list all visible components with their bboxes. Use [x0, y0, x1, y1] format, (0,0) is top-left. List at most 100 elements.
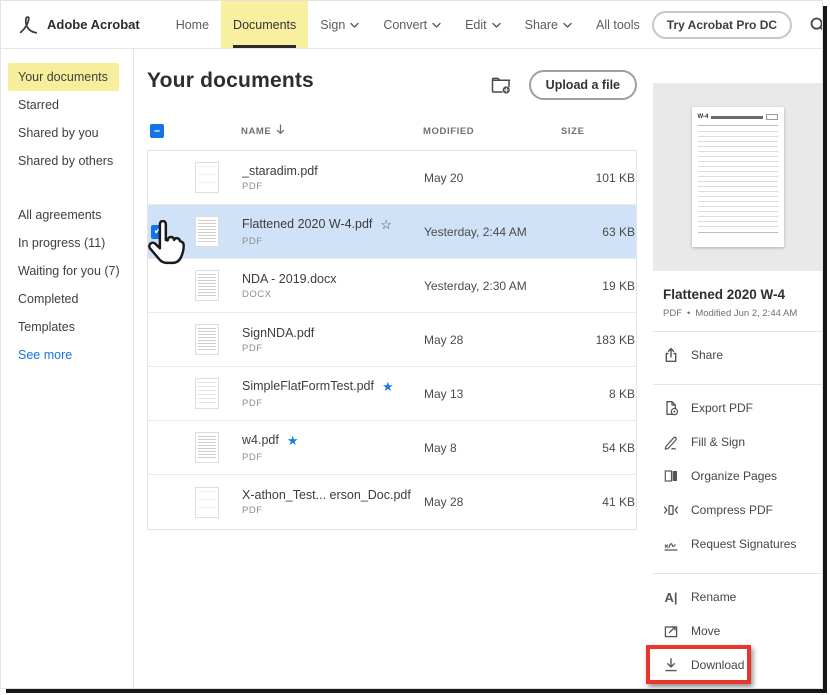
file-name[interactable]: SignNDA.pdf — [242, 326, 314, 340]
file-name[interactable]: NDA - 2019.docx — [242, 272, 337, 286]
organize-pages-action[interactable]: Organize Pages — [653, 459, 822, 493]
file-thumbnail — [195, 486, 242, 518]
star-outline-icon[interactable]: ☆ — [380, 217, 392, 232]
nav-item-convert[interactable]: Convert — [371, 1, 453, 48]
file-thumbnail — [195, 270, 242, 301]
select-all-checkbox[interactable]: – — [150, 124, 164, 138]
file-name[interactable]: SimpleFlatFormTest.pdf — [242, 379, 374, 393]
sidebar-item-in-progress-11[interactable]: In progress (11) — [1, 229, 133, 257]
file-list: _staradim.pdf PDF May 20 101 KB ✓ Flattened 2… — [147, 150, 637, 530]
column-name-label: NAME — [241, 125, 272, 137]
panel-divider — [653, 573, 822, 574]
table-row-w4-pdf[interactable]: w4.pdf ★ PDF May 8 54 KB — [148, 421, 636, 475]
nav-item-label: Convert — [383, 17, 428, 32]
file-thumbnail — [195, 324, 242, 355]
table-row-staradim-pdf[interactable]: _staradim.pdf PDF May 20 101 KB — [148, 151, 636, 205]
fill-sign-action[interactable]: Fill & Sign — [653, 425, 822, 459]
action-label: Organize Pages — [691, 469, 778, 483]
file-type-label: PDF — [242, 342, 263, 354]
meta-separator: • — [687, 308, 691, 319]
brand: Adobe Acrobat — [17, 14, 140, 35]
column-header-modified[interactable]: MODIFIED — [423, 126, 561, 137]
file-name[interactable]: _staradim.pdf — [242, 164, 318, 178]
brand-name: Adobe Acrobat — [47, 17, 140, 32]
share-action[interactable]: Share — [653, 338, 822, 372]
main-content: Your documents Upload a file – NAME MODI… — [134, 49, 653, 688]
file-type-label: PDF — [242, 180, 263, 192]
top-right-actions: Try Acrobat Pro DC ? — [651, 10, 822, 39]
column-header-size[interactable]: SIZE — [561, 126, 638, 137]
sidebar-item-waiting-for-you-7[interactable]: Waiting for you (7) — [1, 257, 133, 285]
download-action[interactable]: Download — [646, 645, 822, 684]
sidebar-item-templates[interactable]: Templates — [1, 313, 133, 341]
sidebar-item-your-documents[interactable]: Your documents — [8, 63, 119, 91]
column-modified-label: MODIFIED — [423, 125, 475, 137]
request-signatures-icon — [662, 536, 680, 552]
sidebar-item-see-more[interactable]: See more — [1, 341, 133, 369]
try-acrobat-pro-button[interactable]: Try Acrobat Pro DC — [651, 10, 793, 39]
action-label: Compress PDF — [691, 503, 774, 517]
file-size: 19 KB — [602, 278, 635, 293]
file-name[interactable]: Flattened 2020 W-4.pdf — [242, 217, 372, 231]
file-size: 54 KB — [602, 440, 635, 455]
sidebar-item-shared-by-others[interactable]: Shared by others — [1, 147, 133, 175]
nav-item-share[interactable]: Share — [513, 1, 584, 48]
nav-item-documents[interactable]: Documents — [221, 1, 309, 48]
file-thumbnail — [195, 216, 242, 247]
file-name-cell: Flattened 2020 W-4.pdf ☆ PDF — [242, 217, 424, 247]
star-filled-icon[interactable]: ★ — [382, 379, 394, 394]
table-header: – NAME MODIFIED SIZE — [147, 100, 637, 150]
main-header: Your documents Upload a file — [147, 69, 637, 100]
table-row-x-athon-test-erson-doc-pdf[interactable]: X-athon_Test... erson_Doc.pdf PDF May 28 41… — [148, 475, 636, 529]
file-size: 63 KB — [602, 224, 635, 239]
file-size: 183 KB — [595, 332, 635, 347]
file-type-label: PDF — [242, 235, 263, 247]
search-icon[interactable] — [809, 16, 822, 34]
sidebar-item-starred[interactable]: Starred — [1, 91, 133, 119]
table-row-flattened-2020-w-4-pdf[interactable]: ✓ Flattened 2020 W-4.pdf ☆ PDF Yesterday, 2:… — [148, 205, 636, 265]
export-pdf-action[interactable]: Export PDF — [653, 391, 822, 425]
star-filled-icon[interactable]: ★ — [287, 433, 299, 448]
sidebar-item-completed[interactable]: Completed — [1, 285, 133, 313]
file-name-cell: NDA - 2019.docx DOCX — [242, 272, 424, 300]
upload-file-button[interactable]: Upload a file — [528, 70, 637, 100]
nav-item-home[interactable]: Home — [164, 1, 221, 48]
row-checkbox-checked[interactable]: ✓ — [151, 224, 165, 239]
table-row-signnda-pdf[interactable]: SignNDA.pdf PDF May 28 183 KB — [148, 313, 636, 367]
column-size-label: SIZE — [561, 125, 585, 137]
panel-divider — [653, 384, 822, 385]
nav-item-all-tools[interactable]: All tools — [584, 1, 652, 48]
compress-pdf-action[interactable]: Compress PDF — [653, 493, 822, 527]
sidebar-item-all-agreements[interactable]: All agreements — [1, 201, 133, 229]
nav-item-edit[interactable]: Edit — [453, 1, 513, 48]
header-actions: Upload a file — [491, 70, 637, 100]
page-title: Your documents — [147, 69, 314, 92]
move-action[interactable]: Move — [653, 614, 822, 648]
chevron-down-icon — [432, 22, 441, 29]
rename-action[interactable]: A| Rename — [653, 580, 822, 614]
actions-container: Share Export PDF Fill & Sign Organize Pages… — [646, 338, 822, 688]
request-signatures-action[interactable]: Request Signatures — [653, 527, 822, 561]
file-modified: May 20 — [424, 170, 464, 185]
file-name[interactable]: w4.pdf — [242, 433, 279, 447]
nav-item-sign[interactable]: Sign — [308, 1, 371, 48]
file-thumbnail — [195, 378, 242, 409]
file-type-label: DOCX — [242, 288, 272, 300]
details-panel: W-4 Flattened 2020 W-4 PDF • Modified Jun … — [646, 49, 822, 688]
table-row-simpleflatformtest-pdf[interactable]: SimpleFlatFormTest.pdf ★ PDF May 13 8 KB — [148, 367, 636, 421]
nav-item-label: Share — [524, 17, 558, 32]
file-name[interactable]: X-athon_Test... erson_Doc.pdf — [242, 488, 411, 502]
add-folder-icon[interactable] — [491, 77, 511, 94]
select-all-cell: – — [147, 124, 194, 138]
table-row-nda-2019-docx[interactable]: NDA - 2019.docx DOCX Yesterday, 2:30 AM 19 … — [148, 259, 636, 313]
file-thumbnail — [195, 162, 242, 193]
file-modified: Yesterday, 2:30 AM — [424, 278, 527, 293]
file-size: 41 KB — [602, 495, 635, 509]
sort-desc-icon[interactable] — [276, 124, 285, 138]
top-bar: Adobe Acrobat Home Documents Sign Convert Ed… — [1, 1, 822, 49]
column-header-name[interactable]: NAME — [241, 124, 423, 138]
row-checkbox-cell — [148, 313, 195, 366]
delete-action[interactable]: Delete — [653, 682, 822, 688]
acrobat-logo-icon — [17, 14, 39, 35]
sidebar-item-shared-by-you[interactable]: Shared by you — [1, 119, 133, 147]
